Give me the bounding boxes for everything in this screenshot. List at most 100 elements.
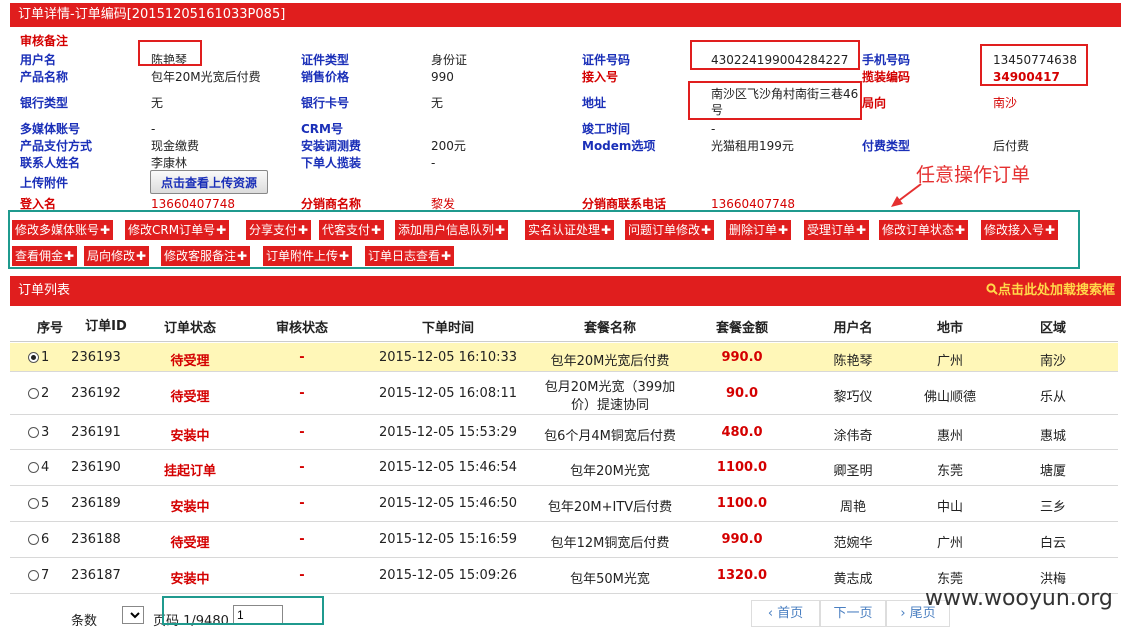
col-no: 序号 — [36, 321, 63, 336]
annotation-text: 任意操作订单 — [916, 164, 1031, 186]
col-city: 地市 — [936, 321, 963, 336]
row-area: 塘厦 — [1039, 464, 1066, 479]
next-page-button[interactable]: 下一页 — [820, 600, 886, 627]
audit-note-label: 审核备注 — [20, 34, 69, 48]
row-time: 2015-12-05 16:08:11 — [378, 385, 518, 401]
row-status: 安装中 — [170, 572, 210, 587]
row-time: 2015-12-05 16:10:33 — [378, 349, 518, 365]
op-button-7[interactable]: 删除订单✚ — [726, 220, 792, 240]
plus-icon: ✚ — [64, 249, 75, 263]
bank-type-value: 无 — [151, 96, 164, 110]
op-label: 修改多媒体账号 — [15, 223, 100, 237]
op-button-11[interactable]: 查看佣金✚ — [12, 246, 78, 266]
op-button-13[interactable]: 修改客服备注✚ — [161, 246, 251, 266]
row-plan: 包6个月4M铜宽后付费 — [544, 428, 676, 444]
direction-label: 局向 — [862, 96, 887, 110]
op-button-0[interactable]: 修改多媒体账号✚ — [12, 220, 114, 240]
crm-label: CRM号 — [301, 122, 343, 136]
op-label: 订单附件上传 — [266, 249, 339, 263]
first-page-button[interactable]: ‹ 首页 — [751, 600, 820, 627]
row-radio[interactable] — [28, 498, 39, 509]
op-button-14[interactable]: 订单附件上传✚ — [263, 246, 353, 266]
row-user: 涂伟奇 — [833, 428, 873, 444]
op-button-15[interactable]: 订单日志查看✚ — [365, 246, 455, 266]
row-time: 2015-12-05 15:46:50 — [378, 496, 518, 511]
op-label: 修改CRM订单号 — [128, 223, 216, 237]
media-label: 多媒体账号 — [20, 122, 81, 136]
plus-icon: ✚ — [100, 223, 111, 237]
op-label: 受理订单 — [807, 223, 856, 237]
row-radio[interactable] — [28, 351, 39, 363]
row-amount: 990.0 — [721, 349, 763, 365]
row-radio[interactable] — [28, 426, 39, 438]
table-row[interactable]: 4 236190 挂起订单 - 2015-12-05 15:46:54 1100.0 卿圣明… — [10, 450, 1118, 486]
row-plan: 包年20M+ITV后付费 — [547, 500, 673, 515]
load-search-link[interactable]: 点击此处加载搜索框 — [986, 276, 1115, 306]
row-city: 广州 — [936, 536, 963, 551]
plus-icon: ✚ — [701, 223, 712, 237]
plus-icon: ✚ — [136, 249, 147, 263]
op-button-5[interactable]: 实名认证处理✚ — [525, 220, 615, 240]
search-icon — [986, 283, 998, 295]
table-row[interactable]: 1 236193 待受理 - 2015-12-05 16:10:33 990.0 陈艳琴 广州… — [10, 343, 1118, 372]
plus-icon: ✚ — [216, 223, 227, 237]
op-label: 修改订单状态 — [882, 223, 955, 237]
row-plan-line2: 价）提速协同 — [570, 398, 649, 413]
row-status: 待受理 — [170, 536, 210, 551]
row-radio[interactable] — [28, 534, 39, 545]
view-uploads-button[interactable]: 点击查看上传资源 — [150, 170, 268, 194]
op-button-6[interactable]: 问题订单修改✚ — [625, 220, 715, 240]
row-radio[interactable] — [28, 570, 39, 581]
row-time: 2015-12-05 15:09:26 — [378, 568, 518, 583]
row-amount: 1100.0 — [716, 460, 768, 475]
row-order-id: 236189 — [71, 496, 121, 511]
col-time: 下单时间 — [421, 321, 474, 336]
phone-highlight-box — [980, 44, 1088, 86]
bank-type-label: 银行类型 — [20, 96, 69, 110]
row-amount: 90.0 — [725, 385, 759, 401]
row-status: 待受理 — [170, 389, 210, 405]
op-label: 添加用户信息队列 — [398, 223, 495, 237]
table-row[interactable]: 3 236191 安装中 - 2015-12-05 15:53:29 480.0 涂伟奇 惠州… — [10, 415, 1118, 450]
op-button-3[interactable]: 代客支付✚ — [319, 220, 385, 240]
completion-value: - — [711, 122, 716, 136]
bank-card-value: 无 — [431, 96, 444, 110]
direction-value: 南沙 — [993, 96, 1018, 110]
pay-type-label: 付费类型 — [862, 139, 911, 153]
col-audit: 审核状态 — [275, 321, 328, 336]
plus-icon: ✚ — [339, 249, 350, 263]
op-label: 分享支付 — [249, 223, 298, 237]
row-user: 黎巧仪 — [833, 389, 873, 405]
col-user: 用户名 — [833, 321, 873, 336]
table-row[interactable]: 6 236188 待受理 - 2015-12-05 15:16:59 990.0 范婉华 广州… — [10, 522, 1118, 558]
row-radio[interactable] — [28, 462, 39, 473]
op-button-1[interactable]: 修改CRM订单号✚ — [125, 220, 230, 240]
op-button-10[interactable]: 修改接入号✚ — [981, 220, 1059, 240]
price-value: 990 — [431, 70, 454, 84]
op-button-12[interactable]: 局向修改✚ — [84, 246, 150, 266]
plus-icon: ✚ — [778, 223, 789, 237]
op-button-9[interactable]: 修改订单状态✚ — [879, 220, 969, 240]
plus-icon: ✚ — [371, 223, 382, 237]
op-button-4[interactable]: 添加用户信息队列✚ — [395, 220, 509, 240]
op-button-8[interactable]: 受理订单✚ — [804, 220, 870, 240]
first-page-label: 首页 — [777, 606, 804, 621]
contact-label: 联系人姓名 — [20, 156, 81, 170]
table-row[interactable]: 2 236192 待受理 - 2015-12-05 16:08:11 90.0 黎巧仪 佛山顺… — [10, 372, 1118, 415]
order-list-title: 订单列表 — [18, 283, 71, 298]
table-row[interactable]: 5 236189 安装中 - 2015-12-05 15:46:50 1100.0 周艳 中山… — [10, 486, 1118, 522]
row-radio[interactable] — [28, 387, 39, 399]
id-type-value: 身份证 — [431, 53, 468, 67]
row-time: 2015-12-05 15:46:54 — [378, 460, 518, 475]
row-order-id: 236188 — [71, 532, 121, 547]
page-size-select[interactable]: 10 — [122, 606, 144, 624]
row-no: 6 — [41, 532, 50, 547]
plus-icon: ✚ — [237, 249, 248, 263]
op-button-2[interactable]: 分享支付✚ — [246, 220, 312, 240]
row-no: 7 — [41, 568, 50, 583]
row-no: 5 — [41, 496, 50, 511]
row-user: 陈艳琴 — [833, 353, 873, 369]
op-label: 修改接入号 — [984, 223, 1045, 237]
row-no: 2 — [41, 385, 50, 401]
install-code-label: 揽装编码 — [862, 70, 911, 84]
